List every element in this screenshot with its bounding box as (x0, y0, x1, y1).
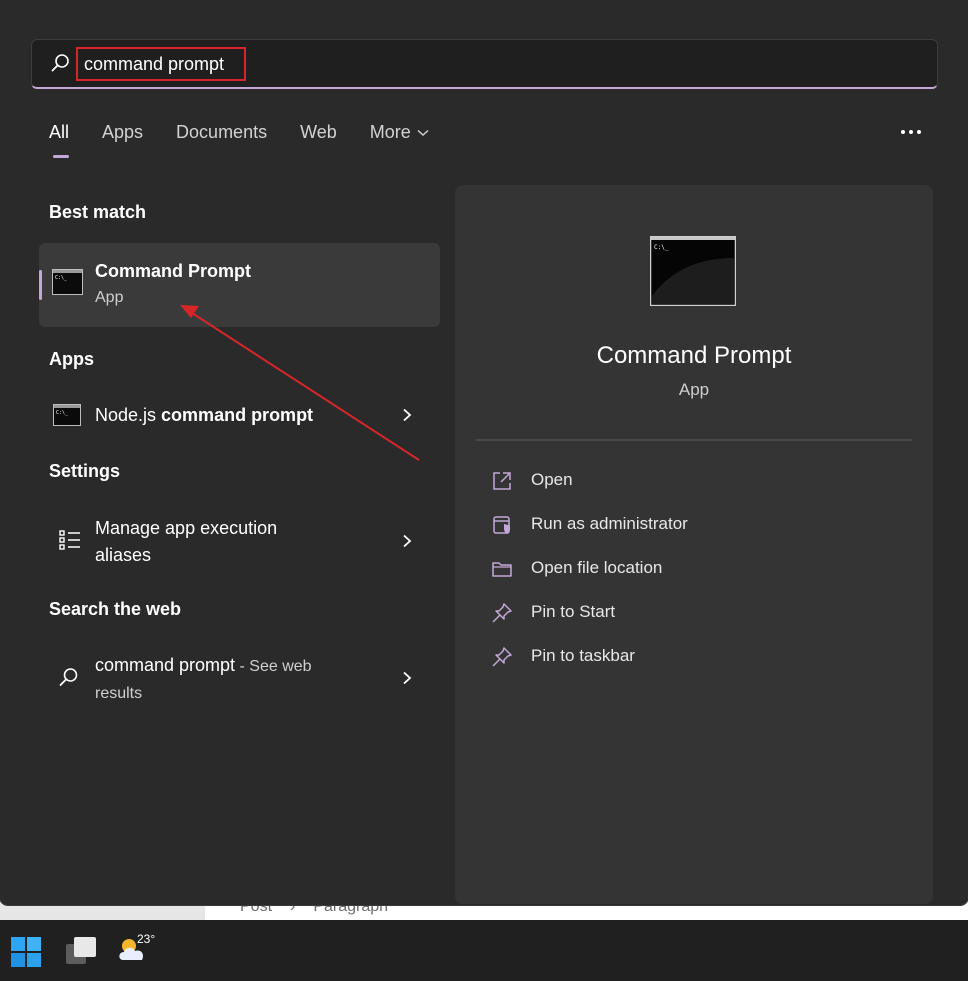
preview-pane: C:\_ Command Prompt App Open Run as admi… (455, 185, 933, 904)
admin-shield-icon (493, 516, 510, 534)
filter-tabs: All Apps Documents Web More (49, 122, 462, 162)
task-view-icon[interactable] (65, 935, 97, 965)
settings-result-label: Manage app execution aliases (95, 515, 277, 569)
more-options-icon[interactable] (898, 122, 924, 142)
command-prompt-icon: C:\_ (53, 404, 81, 426)
search-icon (59, 668, 78, 686)
action-pin-to-start[interactable]: Pin to Start (491, 599, 911, 629)
svg-text:C:\_: C:\_ (55, 275, 68, 281)
open-external-icon (493, 472, 511, 490)
preview-subtitle: App (678, 380, 710, 399)
best-match-result[interactable]: C:\_ Command Prompt App (39, 243, 440, 327)
tab-apps[interactable]: Apps (102, 122, 143, 143)
windows-start-icon[interactable] (11, 937, 41, 967)
action-run-as-administrator[interactable]: Run as administrator (491, 511, 911, 541)
chevron-right-icon (403, 671, 412, 685)
tab-web[interactable]: Web (300, 122, 337, 143)
weather-temperature: 23° (137, 932, 156, 946)
chevron-right-icon (403, 408, 412, 422)
folder-icon (492, 562, 512, 577)
action-pin-to-taskbar-label: Pin to taskbar (531, 646, 635, 665)
chevron-right-icon (403, 534, 412, 548)
tab-all[interactable]: All (49, 122, 70, 158)
pin-icon (492, 647, 512, 667)
preview-title: Command Prompt (596, 342, 792, 369)
web-result-label: command prompt - See web results (95, 652, 312, 707)
app-result-prefix: Node.js (95, 405, 162, 425)
pin-icon (492, 603, 512, 623)
search-box[interactable]: command prompt (31, 39, 938, 89)
section-best-match: Best match (49, 202, 147, 222)
settings-result-line2: aliases (95, 545, 152, 565)
web-result-line2: results (95, 685, 143, 702)
web-result[interactable]: command prompt - See web results (39, 648, 440, 710)
chevron-down-icon (417, 130, 429, 137)
app-result-match: command prompt (161, 405, 314, 425)
section-settings: Settings (49, 461, 121, 481)
web-result-suffix: - See web (235, 658, 312, 675)
selection-indicator (39, 270, 42, 300)
taskbar: 23° (0, 920, 968, 981)
settings-result-aliases[interactable]: Manage app execution aliases (39, 510, 440, 572)
best-match-subtitle: App (95, 289, 124, 306)
web-result-query: command prompt (95, 655, 236, 675)
tab-web-label: Web (300, 122, 337, 142)
action-open-label: Open (531, 470, 573, 489)
preview-divider (476, 439, 912, 441)
app-result-nodejs[interactable]: C:\_ Node.js command prompt (39, 390, 440, 440)
svg-text:C:\_: C:\_ (654, 244, 669, 251)
tab-documents-label: Documents (176, 122, 268, 142)
section-search-the-web: Search the web (49, 599, 182, 619)
search-flyout: command prompt All Apps Documents Web Mo… (0, 0, 968, 905)
svg-text:C:\_: C:\_ (56, 410, 69, 416)
action-open-file-location-label: Open file location (531, 558, 663, 577)
command-prompt-icon: C:\_ (52, 269, 83, 295)
action-open-file-location[interactable]: Open file location (491, 555, 911, 585)
tab-documents[interactable]: Documents (176, 122, 267, 143)
command-prompt-icon: C:\_ (650, 236, 736, 306)
action-open[interactable]: Open (491, 467, 911, 497)
section-apps: Apps (49, 349, 94, 369)
app-result-label: Node.js command prompt (95, 402, 313, 429)
tab-more-label: More (369, 122, 411, 142)
action-run-as-administrator-label: Run as administrator (531, 514, 688, 533)
tab-more[interactable]: More (370, 122, 429, 143)
best-match-title: Command Prompt (95, 261, 252, 281)
search-icon (51, 54, 69, 72)
settings-result-line1: Manage app execution (95, 518, 278, 538)
tab-apps-label: Apps (102, 122, 144, 142)
tab-all-label: All (49, 122, 70, 142)
search-input[interactable]: command prompt (76, 47, 246, 81)
list-icon (59, 530, 80, 550)
action-pin-to-taskbar[interactable]: Pin to taskbar (491, 643, 911, 673)
action-pin-to-start-label: Pin to Start (531, 602, 616, 621)
